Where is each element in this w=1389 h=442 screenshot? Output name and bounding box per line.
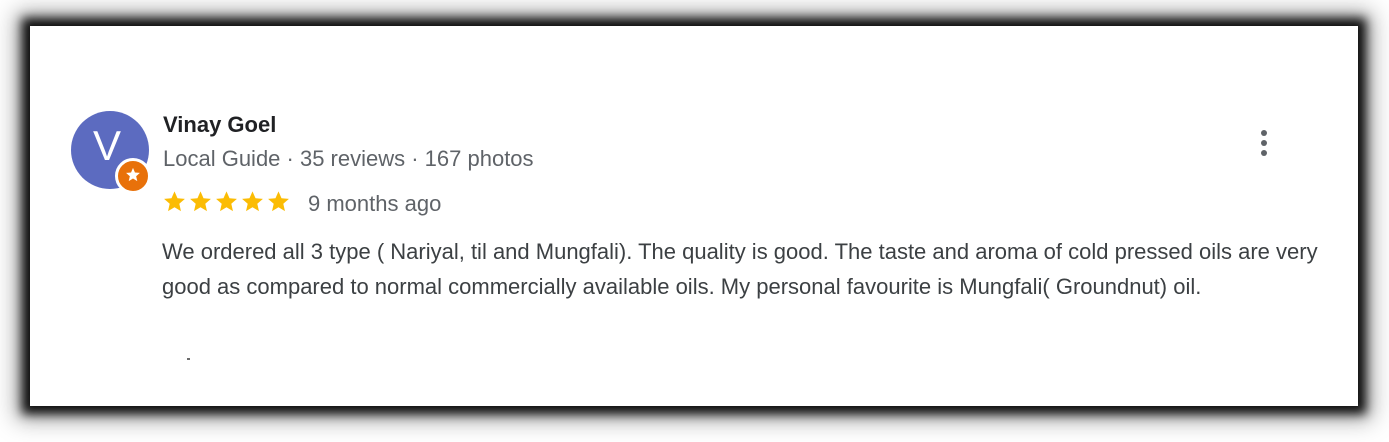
reviewer-meta: Local Guide · 35 reviews · 167 photos <box>163 146 534 171</box>
more-vert-icon-dot-3 <box>1261 150 1267 156</box>
reviewer-name[interactable]: Vinay Goel <box>163 112 276 138</box>
more-options-button[interactable] <box>1249 126 1279 160</box>
local-guide-star-icon <box>126 167 140 182</box>
review-time: 9 months ago <box>308 191 442 216</box>
rating-stars <box>162 189 291 217</box>
divider-mark <box>187 358 190 360</box>
more-vert-icon-dot-1 <box>1261 130 1267 136</box>
local-guide-badge-icon <box>115 158 151 194</box>
star-icon <box>242 191 263 212</box>
review-card: V Vinay Goel Local Guide · 35 reviews · … <box>30 26 1358 406</box>
star-icon <box>190 191 211 212</box>
star-icon <box>268 191 289 212</box>
star-icon <box>216 191 237 212</box>
review-text: We ordered all 3 type ( Nariyal, til and… <box>162 239 1318 299</box>
more-vert-icon-dot-2 <box>1261 140 1267 146</box>
star-icon <box>164 191 185 212</box>
